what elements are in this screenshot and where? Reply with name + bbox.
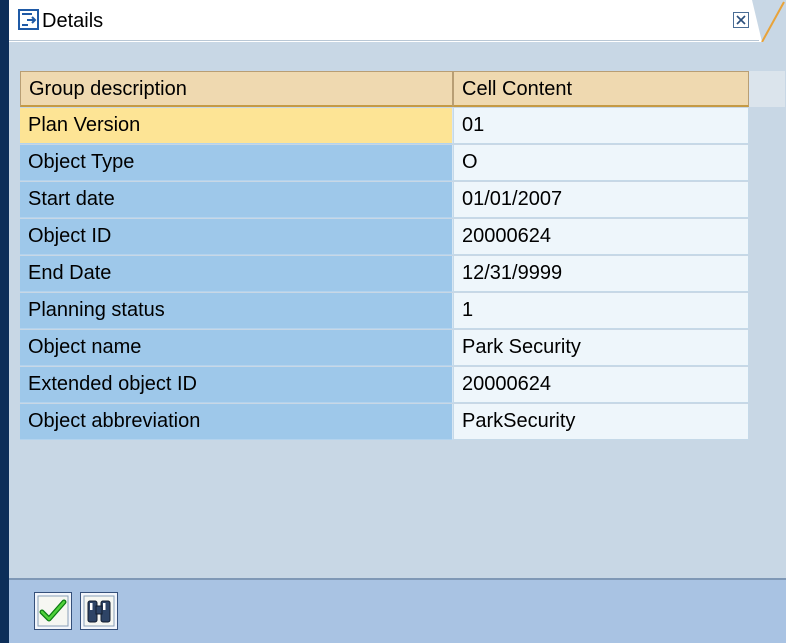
continue-button[interactable] <box>34 592 72 630</box>
group-description-cell[interactable]: Object abbreviation <box>20 404 453 440</box>
column-header-cell-content[interactable]: Cell Content <box>453 71 749 107</box>
cell-content-cell[interactable]: 12/31/9999 <box>453 256 749 292</box>
cell-content-cell[interactable]: 01 <box>453 108 749 144</box>
title-tab <box>9 0 759 41</box>
cell-content-cell[interactable]: 1 <box>453 293 749 329</box>
find-button[interactable] <box>80 592 118 630</box>
cell-content-cell[interactable]: 20000624 <box>453 219 749 255</box>
group-description-cell[interactable]: Plan Version <box>20 108 453 144</box>
group-description-cell[interactable]: Object Type <box>20 145 453 181</box>
cell-content-cell[interactable]: 01/01/2007 <box>453 182 749 218</box>
window-frame-left <box>0 0 9 643</box>
table-row[interactable]: Object name Park Security <box>20 330 785 366</box>
cell-content-cell[interactable]: 20000624 <box>453 367 749 403</box>
close-button[interactable] <box>733 12 749 28</box>
cell-content-cell[interactable]: O <box>453 145 749 181</box>
cell-content-cell[interactable]: Park Security <box>453 330 749 366</box>
close-icon <box>736 15 746 25</box>
table-row[interactable]: Object abbreviation ParkSecurity <box>20 404 785 440</box>
details-icon <box>18 9 40 31</box>
group-description-cell[interactable]: Object ID <box>20 219 453 255</box>
title-tab-edge <box>752 0 786 42</box>
table-row[interactable]: Object Type O <box>20 145 785 181</box>
binoculars-icon <box>83 595 115 627</box>
group-description-cell[interactable]: Start date <box>20 182 453 218</box>
window-title: Details <box>42 10 104 32</box>
green-checkmark-icon <box>37 595 69 627</box>
table-row[interactable]: Plan Version 01 <box>20 108 785 144</box>
group-description-cell[interactable]: Object name <box>20 330 453 366</box>
table-header-row: Group description Cell Content <box>20 71 785 107</box>
details-dialog: Details Group description Cell Content P… <box>0 0 786 643</box>
group-description-cell[interactable]: Planning status <box>20 293 453 329</box>
table-row[interactable]: Object ID 20000624 <box>20 219 785 255</box>
column-header-group-description[interactable]: Group description <box>20 71 453 107</box>
table-row[interactable]: End Date 12/31/9999 <box>20 256 785 292</box>
cell-content-cell[interactable]: ParkSecurity <box>453 404 749 440</box>
group-description-cell[interactable]: Extended object ID <box>20 367 453 403</box>
table-row[interactable]: Planning status 1 <box>20 293 785 329</box>
dialog-footer-toolbar <box>9 580 786 643</box>
table-row[interactable]: Extended object ID 20000624 <box>20 367 785 403</box>
table-row[interactable]: Start date 01/01/2007 <box>20 182 785 218</box>
group-description-cell[interactable]: End Date <box>20 256 453 292</box>
